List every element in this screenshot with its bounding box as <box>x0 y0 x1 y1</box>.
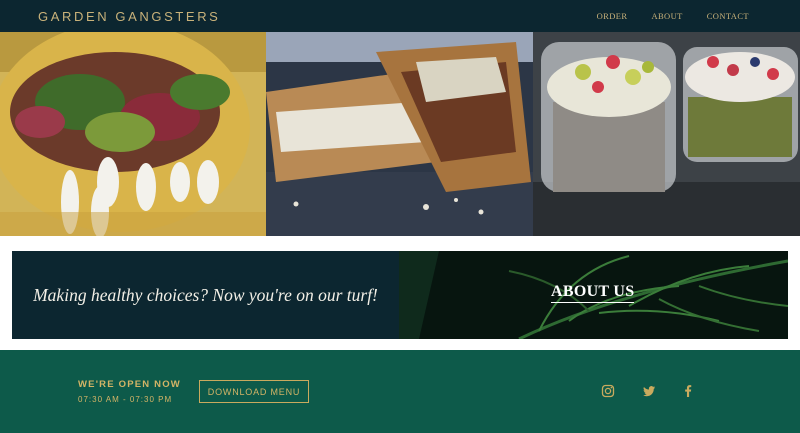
tacos-photo <box>0 32 266 236</box>
facebook-icon[interactable] <box>681 384 695 398</box>
fruit-parfait-cups-photo <box>533 32 800 236</box>
fern-image-panel: ABOUT US <box>399 251 788 339</box>
brand-logo[interactable]: GARDEN GANGSTERS <box>38 9 220 24</box>
grilled-sandwich-photo <box>266 32 533 236</box>
promo-banner: Making healthy choices? Now you're on ou… <box>12 251 788 339</box>
photo-gallery <box>0 32 800 236</box>
tagline-panel: Making healthy choices? Now you're on ou… <box>12 251 399 339</box>
nav-order[interactable]: ORDER <box>597 11 628 21</box>
tagline-text: Making healthy choices? Now you're on ou… <box>33 284 378 305</box>
open-status-title: WE'RE OPEN NOW <box>78 379 181 390</box>
site-footer: WE'RE OPEN NOW 07:30 AM - 07:30 PM DOWNL… <box>0 350 800 433</box>
download-menu-button[interactable]: DOWNLOAD MENU <box>199 380 309 403</box>
nav-about[interactable]: ABOUT <box>651 11 682 21</box>
twitter-icon[interactable] <box>642 384 656 398</box>
main-nav: ORDER ABOUT CONTACT <box>597 11 749 21</box>
site-header: GARDEN GANGSTERS ORDER ABOUT CONTACT <box>0 0 800 32</box>
nav-contact[interactable]: CONTACT <box>707 11 749 21</box>
about-us-link[interactable]: ABOUT US <box>551 283 635 303</box>
instagram-icon[interactable] <box>601 384 615 398</box>
opening-hours: 07:30 AM - 07:30 PM <box>78 395 173 404</box>
